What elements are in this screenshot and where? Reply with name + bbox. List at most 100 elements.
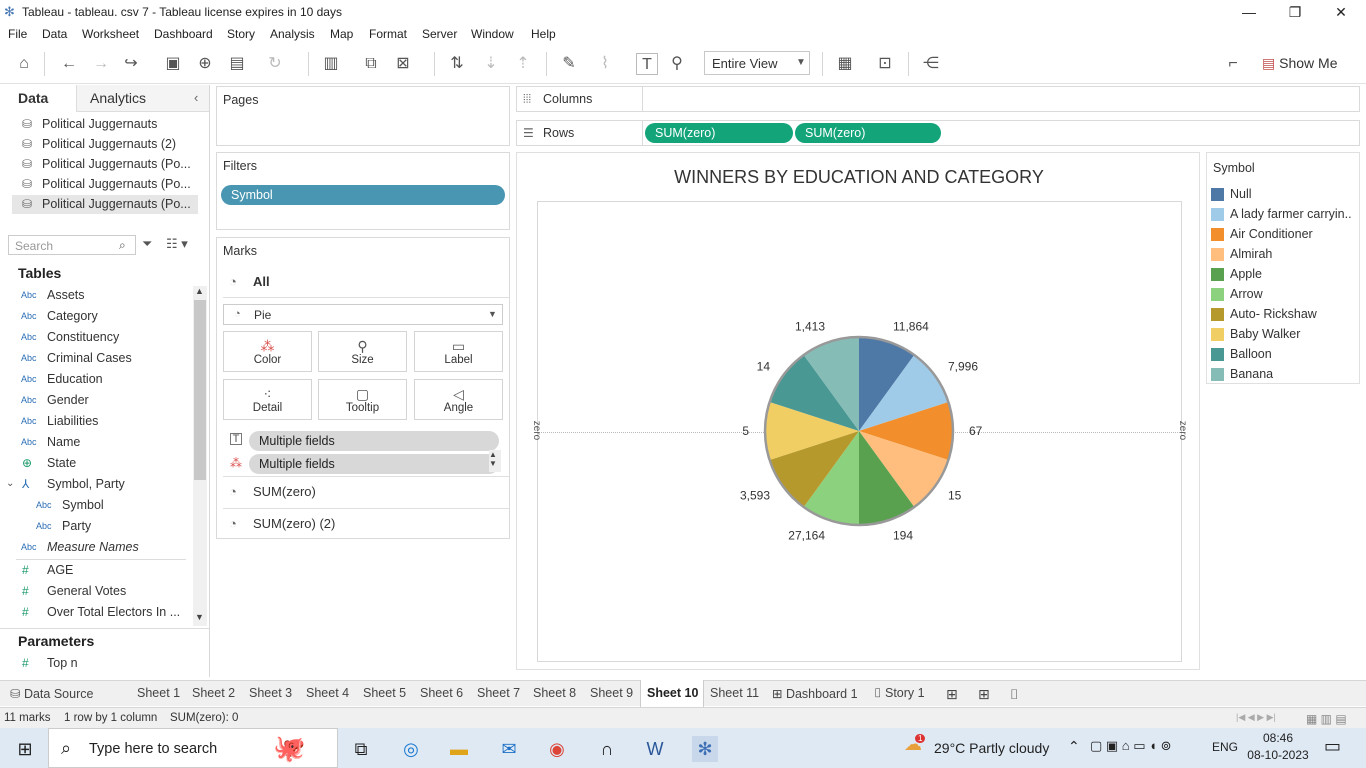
- rows-shelf[interactable]: ☰ Rows SUM(zero) SUM(zero): [516, 120, 1360, 146]
- datasource-item[interactable]: ⛁ Political Juggernauts: [12, 115, 198, 134]
- field-item[interactable]: Abc Liabilities: [0, 412, 190, 432]
- legend-item[interactable]: Balloon: [1211, 345, 1359, 365]
- legend-item[interactable]: Air Conditioner: [1211, 225, 1359, 245]
- new-worksheet-icon[interactable]: ▥: [320, 53, 342, 75]
- marks-measure[interactable]: ◔ SUM(zero): [223, 476, 509, 506]
- tab-sheet-9[interactable]: Sheet 9: [590, 686, 633, 700]
- fit-dropdown[interactable]: Entire View ▼: [704, 51, 810, 75]
- tab-data[interactable]: Data: [18, 90, 48, 106]
- scrollbar-thumb[interactable]: [194, 300, 206, 480]
- field-item[interactable]: # Over Total Electors In ...: [0, 603, 190, 623]
- sort-asc-icon[interactable]: ⇣: [480, 53, 502, 75]
- tab-sheet-8[interactable]: Sheet 8: [533, 686, 576, 700]
- field-item[interactable]: Abc Gender: [0, 391, 190, 411]
- notifications-icon[interactable]: ▭: [1324, 736, 1341, 757]
- columns-shelf[interactable]: ⦙⦙⦙ Columns: [516, 86, 1360, 112]
- tab-sheet-10-active[interactable]: Sheet 10: [647, 686, 698, 700]
- show-labels-icon[interactable]: T: [636, 53, 658, 75]
- chevron-down-icon[interactable]: ⌄: [6, 478, 14, 489]
- label-field-pill[interactable]: Multiple fields: [249, 431, 499, 451]
- tableau-taskbar-icon[interactable]: ✻: [692, 736, 718, 762]
- tab-story-1[interactable]: ⌷ Story 1: [874, 686, 925, 701]
- scroll-down-icon[interactable]: ▼: [195, 612, 204, 622]
- legend-item[interactable]: Arrow: [1211, 285, 1359, 305]
- filters-card[interactable]: Filters Symbol: [216, 152, 510, 230]
- color-legend[interactable]: Symbol Null A lady farmer carryin.. Air Co…: [1206, 152, 1360, 384]
- tab-sheet-2[interactable]: Sheet 2: [192, 686, 235, 700]
- save-icon[interactable]: ▣: [162, 53, 184, 75]
- weather-text[interactable]: 29°C Partly cloudy: [934, 740, 1049, 756]
- edge-icon[interactable]: ◎: [398, 736, 424, 762]
- swap-icon[interactable]: ⇅: [446, 53, 468, 75]
- menu-format[interactable]: Format: [369, 27, 407, 41]
- pause-updates-icon[interactable]: ▤: [226, 53, 248, 75]
- datasource-item[interactable]: ⛁ Political Juggernauts (Po...: [12, 175, 198, 194]
- tray-icons[interactable]: ▢ ▣ ⌂ ▭ ◖ ⊚: [1090, 738, 1172, 754]
- close-button[interactable]: ✕: [1318, 2, 1364, 22]
- show-me-button[interactable]: ▤ Show Me: [1262, 55, 1337, 72]
- menu-story[interactable]: Story: [227, 27, 255, 41]
- scrollbar[interactable]: ▲ ▼: [489, 450, 501, 472]
- legend-item[interactable]: Auto- Rickshaw: [1211, 305, 1359, 325]
- group-icon[interactable]: ⌇: [594, 53, 616, 75]
- restore-button[interactable]: ❐: [1272, 2, 1318, 22]
- size-button[interactable]: ⚲ Size: [318, 331, 407, 372]
- menu-worksheet[interactable]: Worksheet: [82, 27, 139, 41]
- share-icon[interactable]: ⋲: [920, 53, 942, 75]
- sheet-nav-icon[interactable]: |◀ ◀ ▶ ▶|: [1236, 712, 1276, 723]
- menu-server[interactable]: Server: [422, 27, 457, 41]
- duplicate-icon[interactable]: ⧉: [360, 53, 382, 75]
- tooltip-button[interactable]: ▢ Tooltip: [318, 379, 407, 420]
- file-explorer-icon[interactable]: ▬: [446, 736, 472, 762]
- filter-pill-symbol[interactable]: Symbol: [221, 185, 505, 205]
- legend-item[interactable]: A lady farmer carryin..: [1211, 205, 1359, 225]
- undo-icon[interactable]: ←: [58, 53, 80, 75]
- menu-window[interactable]: Window: [471, 27, 514, 41]
- refresh-icon[interactable]: ↻: [264, 53, 286, 75]
- field-item[interactable]: Abc Criminal Cases: [0, 349, 190, 369]
- paint-icon[interactable]: ⌐: [1222, 53, 1244, 75]
- tab-sheet-6[interactable]: Sheet 6: [420, 686, 463, 700]
- home-icon[interactable]: ⌂: [13, 53, 35, 75]
- field-item[interactable]: Abc Category: [0, 307, 190, 327]
- collapse-icon[interactable]: ‹: [194, 90, 198, 105]
- field-item[interactable]: Abc Name: [0, 433, 190, 453]
- tab-data-source[interactable]: ⛁ Data Source: [10, 686, 93, 701]
- field-item[interactable]: Abc Measure Names: [0, 538, 190, 558]
- pie-chart[interactable]: 11,864 7,996 67 15 194 27,164 3,593 5 14 1,413: [517, 153, 1201, 671]
- tab-sheet-3[interactable]: Sheet 3: [249, 686, 292, 700]
- tab-sheet-11[interactable]: Sheet 11: [710, 686, 759, 700]
- tab-sheet-7[interactable]: Sheet 7: [477, 686, 520, 700]
- scroll-up-icon[interactable]: ▲: [195, 286, 204, 296]
- field-item[interactable]: Abc Party: [0, 517, 190, 537]
- filter-icon[interactable]: ⏷: [142, 236, 152, 252]
- row-pill-sum-zero[interactable]: SUM(zero): [645, 123, 793, 143]
- datasource-item[interactable]: ⛁ Political Juggernauts (2): [12, 135, 198, 154]
- marks-all[interactable]: ◔ All: [223, 268, 509, 298]
- color-field-pill[interactable]: Multiple fields: [249, 454, 499, 474]
- taskbar-search[interactable]: ⌕ Type here to search 🐙: [48, 728, 338, 768]
- parameter-item[interactable]: # Top n: [0, 654, 190, 674]
- legend-item[interactable]: Banana: [1211, 365, 1359, 385]
- chrome-icon[interactable]: ◉: [544, 736, 570, 762]
- tab-sheet-5[interactable]: Sheet 5: [363, 686, 406, 700]
- pages-card[interactable]: Pages: [216, 86, 510, 146]
- marks-measure[interactable]: ◔ SUM(zero) (2): [223, 508, 509, 538]
- show-cards-icon[interactable]: ▦: [834, 53, 856, 75]
- highlight-icon[interactable]: ✎: [558, 53, 580, 75]
- task-view-icon[interactable]: ⧉: [348, 736, 374, 762]
- legend-item[interactable]: Apple: [1211, 265, 1359, 285]
- new-worksheet-icon[interactable]: ⊞: [946, 686, 958, 703]
- tab-analytics[interactable]: Analytics: [90, 90, 146, 106]
- new-story-icon[interactable]: ⌷: [1010, 686, 1018, 703]
- row-pill-sum-zero[interactable]: SUM(zero): [795, 123, 941, 143]
- angle-button[interactable]: ◁ Angle: [414, 379, 503, 420]
- chevron-up-icon[interactable]: ⌃: [1068, 738, 1080, 755]
- new-dashboard-icon[interactable]: ⊞: [978, 686, 990, 703]
- legend-item[interactable]: Null: [1211, 185, 1359, 205]
- mark-type-dropdown[interactable]: ◔ Pie ▼: [223, 304, 503, 325]
- sort-desc-icon[interactable]: ⇡: [512, 53, 534, 75]
- tab-sheet-1[interactable]: Sheet 1: [137, 686, 180, 700]
- scrollbar[interactable]: ▲ ▼: [193, 286, 207, 626]
- menu-help[interactable]: Help: [531, 27, 556, 41]
